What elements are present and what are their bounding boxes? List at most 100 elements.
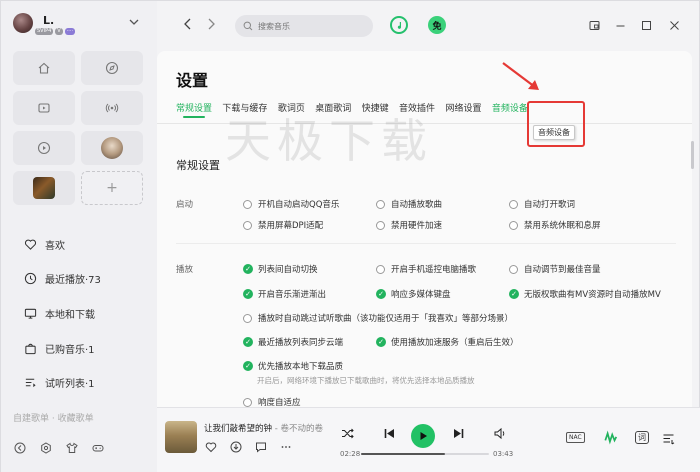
minimize-icon[interactable] xyxy=(613,18,627,32)
heart-icon[interactable] xyxy=(204,440,217,453)
tshirt-icon[interactable] xyxy=(65,441,78,454)
check-icon[interactable]: ✓ xyxy=(376,337,386,347)
avatar[interactable] xyxy=(13,13,33,33)
check-icon[interactable]: ✓ xyxy=(376,289,386,299)
tile-album-avatar[interactable] xyxy=(81,131,143,165)
next-icon[interactable] xyxy=(452,427,465,440)
scrollbar-thumb[interactable] xyxy=(691,141,694,169)
album-cover-avatar xyxy=(101,137,123,159)
profile[interactable]: L. SVIP4 V ···· xyxy=(13,13,76,35)
radio-unchecked[interactable] xyxy=(509,199,518,209)
profile-name[interactable]: L. xyxy=(43,14,54,27)
option-auto-lyrics[interactable]: 自动打开歌词 xyxy=(509,198,575,210)
check-icon[interactable]: ✓ xyxy=(243,361,253,371)
radio-unchecked[interactable] xyxy=(376,220,385,230)
mini-mode-icon[interactable] xyxy=(587,18,601,32)
option-phone-remote[interactable]: 开启手机遥控电脑播歌 xyxy=(376,263,476,275)
option-list-auto-switch[interactable]: ✓ 列表间自动切换 xyxy=(243,263,318,275)
option-sync-recent[interactable]: ✓ 最近播放列表同步云端 xyxy=(243,336,343,348)
lyrics-button[interactable]: 词 xyxy=(635,431,649,444)
tile-play[interactable] xyxy=(13,131,75,165)
profile-badges: SVIP4 V ···· xyxy=(35,28,76,35)
sidebar-item-label: 本地和下载 xyxy=(45,309,95,321)
check-icon[interactable]: ✓ xyxy=(243,337,253,347)
close-icon[interactable] xyxy=(667,18,681,32)
music-note-icon[interactable] xyxy=(390,16,408,34)
search-box[interactable] xyxy=(235,15,373,37)
radio-unchecked[interactable] xyxy=(509,264,518,274)
progress-bar[interactable] xyxy=(361,453,489,455)
radio-unchecked[interactable] xyxy=(509,220,518,230)
check-icon[interactable]: ✓ xyxy=(243,289,253,299)
sidebar-item-label: 已购音乐·1 xyxy=(45,344,95,356)
settings-tabs: 常规设置 下载与缓存 歌词页 桌面歌词 快捷键 音效插件 网络设置 音频设备 xyxy=(176,101,538,118)
chevron-down-icon[interactable] xyxy=(129,17,139,30)
radio-unchecked[interactable] xyxy=(243,220,252,230)
option-label: 禁用屏幕DPI适配 xyxy=(258,221,324,231)
now-playing[interactable]: 让我们敲希望的钟 - 卷不动的卷 xyxy=(204,422,323,434)
option-autostart[interactable]: 开机自动启动QQ音乐 xyxy=(243,198,339,210)
shuffle-icon[interactable] xyxy=(341,427,354,440)
tile-home[interactable] xyxy=(13,51,75,85)
tab-general[interactable]: 常规设置 xyxy=(176,101,212,118)
tab-desktop-lyrics[interactable]: 桌面歌词 xyxy=(315,101,351,114)
gamepad-icon[interactable] xyxy=(91,441,104,454)
playlist-queue-icon[interactable] xyxy=(662,432,675,445)
tile-radio[interactable] xyxy=(81,91,143,125)
album-cover[interactable] xyxy=(165,421,197,453)
option-fade-in-out[interactable]: ✓ 开启音乐渐进渐出 xyxy=(243,288,326,300)
tab-download-cache[interactable]: 下载与缓存 xyxy=(222,101,267,114)
option-disable-hw-accel[interactable]: 禁用硬件加速 xyxy=(376,219,442,231)
tab-sound-plugins[interactable]: 音效插件 xyxy=(399,101,435,114)
option-label: 开机自动启动QQ音乐 xyxy=(258,200,340,210)
option-autoplay[interactable]: 自动播放歌曲 xyxy=(376,198,442,210)
quick-access-grid: + xyxy=(13,51,143,205)
sidebar-item-recent[interactable]: 最近播放·73 xyxy=(23,262,101,297)
settings-icon[interactable] xyxy=(39,441,52,454)
nac-button[interactable]: NAC xyxy=(566,432,585,443)
tab-lyrics-page[interactable]: 歌词页 xyxy=(278,101,305,114)
radio-unchecked[interactable] xyxy=(243,313,252,323)
option-skip-trial[interactable]: 播放时自动跳过试听歌曲（该功能仅适用于「我喜欢」等部分场景） xyxy=(243,312,513,324)
option-disable-dpi[interactable]: 禁用屏幕DPI适配 xyxy=(243,219,323,231)
check-icon[interactable]: ✓ xyxy=(243,264,253,274)
maximize-icon[interactable] xyxy=(639,18,653,32)
tab-shortcuts[interactable]: 快捷键 xyxy=(362,101,389,114)
check-icon[interactable]: ✓ xyxy=(509,289,519,299)
radio-unchecked[interactable] xyxy=(243,397,252,407)
sidebar-item-trial[interactable]: 试听列表·1 xyxy=(23,365,101,400)
tab-tooltip: 音频设备 xyxy=(533,125,575,140)
option-local-quality[interactable]: ✓ 优先播放本地下载品质 xyxy=(243,360,343,372)
tab-network[interactable]: 网络设置 xyxy=(445,101,481,114)
option-auto-volume[interactable]: 自动调节到最佳音量 xyxy=(509,263,601,275)
volume-icon[interactable] xyxy=(493,427,506,440)
tab-audio-device[interactable]: 音频设备 xyxy=(492,101,528,114)
option-play-accel[interactable]: ✓ 使用播放加速服务（重启后生效） xyxy=(376,336,519,348)
playlist-icon xyxy=(23,376,37,390)
back-arrow-icon[interactable] xyxy=(183,18,193,34)
radio-unchecked[interactable] xyxy=(243,199,252,209)
option-disable-sleep[interactable]: 禁用系统休眠和息屏 xyxy=(509,219,601,231)
search-input[interactable] xyxy=(258,21,368,31)
comment-icon[interactable] xyxy=(254,440,267,453)
add-tile-button[interactable]: + xyxy=(81,171,143,205)
option-media-keys[interactable]: ✓ 响应多媒体键盘 xyxy=(376,288,451,300)
play-button[interactable] xyxy=(411,424,435,448)
sidebar-item-local[interactable]: 本地和下载 xyxy=(23,296,101,331)
tile-discover[interactable] xyxy=(81,51,143,85)
forward-arrow-icon[interactable] xyxy=(206,18,216,34)
sidebar-item-purchased[interactable]: 已购音乐·1 xyxy=(23,331,101,366)
tile-video[interactable] xyxy=(13,91,75,125)
more-icon[interactable] xyxy=(279,440,292,453)
option-auto-mv[interactable]: ✓ 无版权歌曲有MV资源时自动播放MV xyxy=(509,288,661,300)
user-avatar[interactable]: 免 xyxy=(428,16,446,34)
radio-unchecked[interactable] xyxy=(376,199,385,209)
sound-effect-icon[interactable] xyxy=(603,430,618,445)
sidebar-item-liked[interactable]: 喜欢 xyxy=(23,227,101,262)
radio-unchecked[interactable] xyxy=(376,264,385,274)
download-icon[interactable] xyxy=(229,440,242,453)
previous-icon[interactable] xyxy=(383,427,396,440)
sidebar-playlists-header[interactable]: 自建歌单 · 收藏歌单 xyxy=(13,411,94,424)
tile-album-game[interactable] xyxy=(13,171,75,205)
back-circle-icon[interactable] xyxy=(13,441,26,454)
